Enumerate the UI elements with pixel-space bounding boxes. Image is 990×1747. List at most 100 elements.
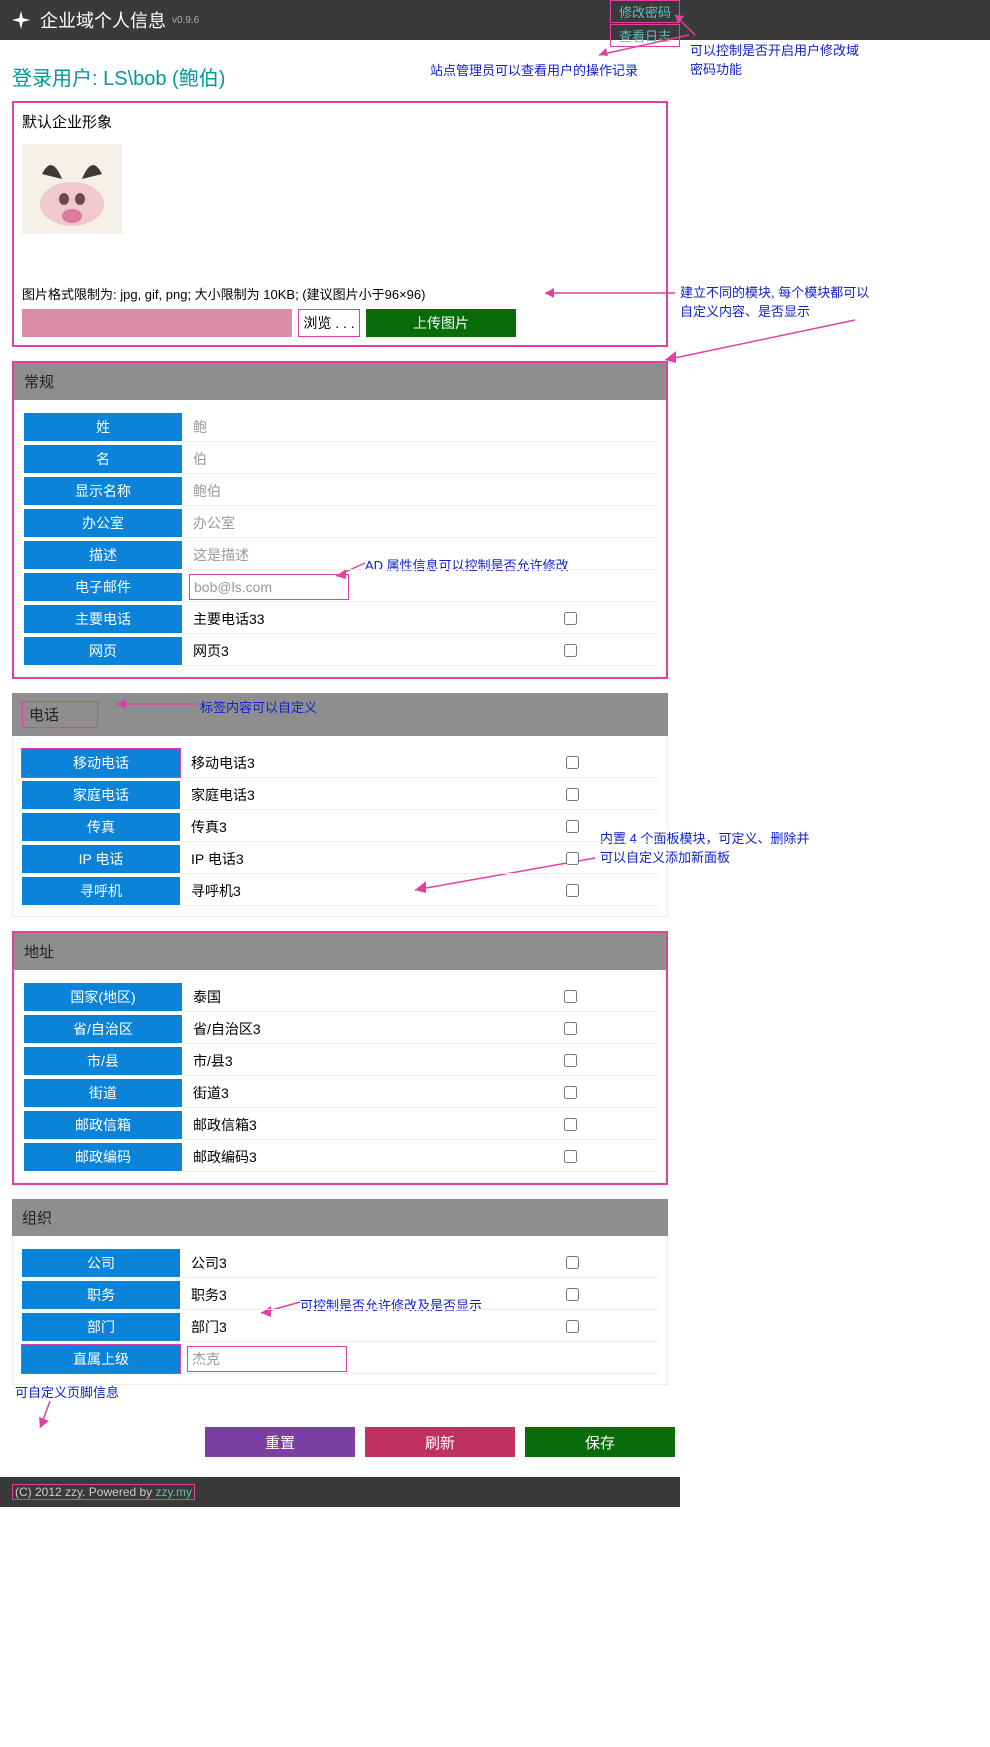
- field-row: 主要电话: [23, 604, 657, 634]
- field-label: 电子邮件: [23, 572, 183, 602]
- action-bar: 重置 刷新 保存: [0, 1427, 680, 1457]
- section-org: 组织 公司职务部门直属上级: [12, 1199, 668, 1385]
- field-checkbox[interactable]: [566, 1288, 579, 1301]
- reset-button[interactable]: 重置: [205, 1427, 355, 1457]
- field-label: 姓: [23, 412, 183, 442]
- field-row: 传真: [21, 812, 659, 842]
- field-input[interactable]: [189, 1113, 509, 1137]
- field-input[interactable]: [189, 479, 509, 503]
- field-checkbox[interactable]: [566, 1320, 579, 1333]
- field-label: 街道: [23, 1078, 183, 1108]
- field-checkbox[interactable]: [566, 884, 579, 897]
- upload-button[interactable]: 上传图片: [366, 309, 516, 337]
- field-checkbox[interactable]: [564, 644, 577, 657]
- field-input-wrap: [181, 1344, 659, 1374]
- section-title-hl: 电话: [22, 701, 98, 728]
- section-header: 常规: [14, 363, 666, 400]
- field-input[interactable]: [189, 1049, 509, 1073]
- field-checkbox[interactable]: [564, 1054, 577, 1067]
- field-checkbox[interactable]: [564, 1022, 577, 1035]
- field-label: 国家(地区): [23, 982, 183, 1012]
- field-input-wrap: [181, 1248, 659, 1278]
- field-label: 邮政编码: [23, 1142, 183, 1172]
- refresh-button[interactable]: 刷新: [365, 1427, 515, 1457]
- browse-button[interactable]: 浏览 . . .: [298, 309, 360, 337]
- top-bar: 企业域个人信息 v0.9.6 修改密码 查看日志: [0, 0, 990, 40]
- field-input[interactable]: [189, 1081, 509, 1105]
- footer: (C) 2012 zzy. Powered by zzy.my: [0, 1477, 680, 1507]
- field-input[interactable]: [187, 783, 507, 807]
- field-row: 名: [23, 444, 657, 474]
- field-checkbox[interactable]: [566, 788, 579, 801]
- field-checkbox[interactable]: [566, 756, 579, 769]
- field-input[interactable]: [189, 447, 509, 471]
- field-row: 部门: [21, 1312, 659, 1342]
- field-label: 描述: [23, 540, 183, 570]
- note-log: 站点管理员可以查看用户的操作记录: [430, 60, 638, 79]
- field-input[interactable]: [189, 607, 509, 631]
- field-checkbox[interactable]: [566, 852, 579, 865]
- field-label: 家庭电话: [21, 780, 181, 810]
- field-row: 家庭电话: [21, 780, 659, 810]
- format-hint: 图片格式限制为: jpg, gif, png; 大小限制为 10KB; (建议图…: [22, 284, 658, 303]
- field-checkbox[interactable]: [564, 1086, 577, 1099]
- field-row: 公司: [21, 1248, 659, 1278]
- field-input[interactable]: [187, 751, 507, 775]
- note-footer: 可自定义页脚信息: [15, 1382, 119, 1401]
- field-input[interactable]: [189, 415, 509, 439]
- field-row: 职务: [21, 1280, 659, 1310]
- field-checkbox[interactable]: [566, 1256, 579, 1269]
- field-input-wrap: [181, 1312, 659, 1342]
- field-label: 主要电话: [23, 604, 183, 634]
- field-input[interactable]: [187, 1251, 507, 1275]
- app-version: v0.9.6: [172, 15, 199, 26]
- avatar-box: 默认企业形象 图片格式限制为: jpg, gif, png; 大小限制为 10K…: [12, 101, 668, 347]
- field-label: 办公室: [23, 508, 183, 538]
- field-input-wrap: [183, 476, 657, 506]
- field-row: 电子邮件: [23, 572, 657, 602]
- field-input[interactable]: [189, 1017, 509, 1041]
- field-label: 网页: [23, 636, 183, 666]
- footer-link[interactable]: zzy.my: [156, 1485, 192, 1499]
- file-path-input[interactable]: [22, 309, 292, 337]
- field-input[interactable]: [189, 511, 509, 535]
- field-input[interactable]: [187, 815, 507, 839]
- note-modules: 建立不同的模块, 每个模块都可以自定义内容、是否显示: [680, 282, 880, 320]
- field-row: 省/自治区: [23, 1014, 657, 1044]
- field-label: 名: [23, 444, 183, 474]
- field-input[interactable]: [187, 1315, 507, 1339]
- field-row: 描述: [23, 540, 657, 570]
- field-input[interactable]: [189, 1145, 509, 1169]
- field-row: 邮政编码: [23, 1142, 657, 1172]
- field-input[interactable]: [187, 1346, 347, 1372]
- section-phone: 电话 移动电话家庭电话传真IP 电话寻呼机: [12, 693, 668, 917]
- field-label: 邮政信箱: [23, 1110, 183, 1140]
- field-input-wrap: [181, 780, 659, 810]
- save-button[interactable]: 保存: [525, 1427, 675, 1457]
- field-input[interactable]: [189, 543, 509, 567]
- footer-copy: (C) 2012 zzy. Powered by: [15, 1485, 156, 1499]
- field-input[interactable]: [189, 574, 349, 600]
- field-checkbox[interactable]: [566, 820, 579, 833]
- field-checkbox[interactable]: [564, 1150, 577, 1163]
- field-input[interactable]: [189, 639, 509, 663]
- field-input-wrap: [183, 982, 657, 1012]
- field-input-wrap: [181, 844, 659, 874]
- field-checkbox[interactable]: [564, 990, 577, 1003]
- field-checkbox[interactable]: [564, 1118, 577, 1131]
- field-label: 职务: [21, 1280, 181, 1310]
- field-input-wrap: [183, 1014, 657, 1044]
- field-label: 直属上级: [21, 1344, 181, 1374]
- field-input[interactable]: [187, 847, 507, 871]
- field-input[interactable]: [187, 879, 507, 903]
- field-row: 网页: [23, 636, 657, 666]
- change-password-link[interactable]: 修改密码: [610, 0, 680, 23]
- section-header: 组织: [12, 1199, 668, 1236]
- field-checkbox[interactable]: [564, 612, 577, 625]
- main-content: 登录用户: LS\bob (鲍伯) 默认企业形象 图片格式限制为: jpg, g…: [0, 40, 680, 1407]
- field-input[interactable]: [187, 1283, 507, 1307]
- view-log-link[interactable]: 查看日志: [610, 24, 680, 47]
- field-input-wrap: [183, 412, 657, 442]
- field-label: 省/自治区: [23, 1014, 183, 1044]
- field-input[interactable]: [189, 985, 509, 1009]
